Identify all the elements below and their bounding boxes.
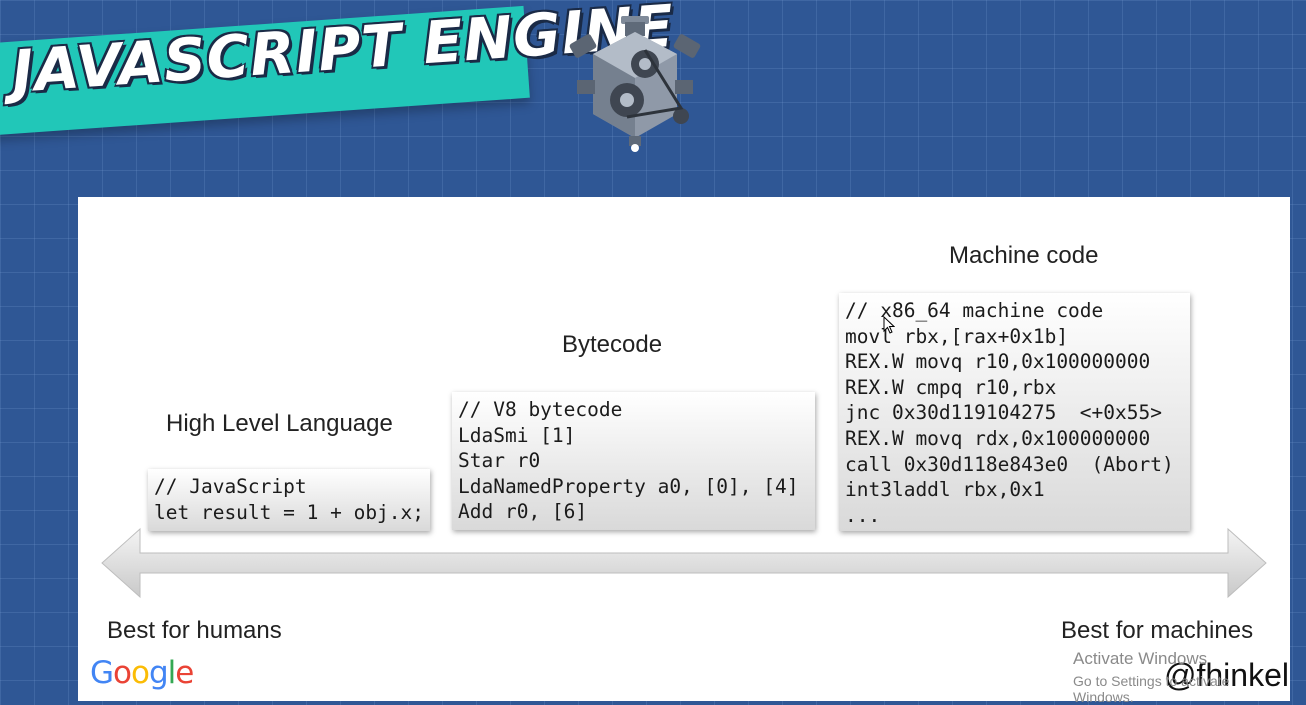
watermark-subtitle: Go to Settings to activate Windows.: [1073, 673, 1230, 705]
mouse-cursor-icon: [883, 316, 895, 334]
code-line: LdaSmi [1]: [458, 423, 576, 447]
machine-code-heading: Machine code: [949, 242, 1099, 269]
code-line: REX.W movq rdx,0x100000000: [845, 426, 1151, 450]
code-line: let result = 1 + obj.x;: [154, 500, 425, 524]
google-letter: e: [175, 655, 194, 691]
bytecode-heading: Bytecode: [562, 331, 663, 358]
engine-icon: [569, 16, 701, 152]
javascript-code-box: // JavaScript let result = 1 + obj.x;: [148, 469, 430, 531]
code-line: REX.W movq r10,0x100000000: [845, 350, 1151, 374]
code-line: movl rbx,[rax+0x1b]: [845, 324, 1069, 348]
code-line: int3laddl rbx,0x1: [845, 478, 1045, 502]
code-line: LdaNamedProperty a0, [0], [4]: [458, 474, 799, 498]
bytecode-box: // V8 bytecode LdaSmi [1] Star r0 LdaNam…: [452, 392, 815, 530]
watermark-title: Activate Windows: [1073, 649, 1208, 668]
google-letter: o: [131, 655, 150, 691]
google-letter: G: [90, 655, 114, 691]
code-line: call 0x30d118e843e0 (Abort): [845, 452, 1174, 476]
code-line: REX.W cmpq r10,rbx: [845, 375, 1057, 399]
code-line: // JavaScript: [154, 475, 307, 498]
double-arrow-icon: [101, 527, 1267, 599]
google-logo: Google: [90, 655, 194, 691]
google-letter: g: [148, 655, 169, 691]
code-line: // x86_64 machine code: [845, 299, 1104, 322]
code-line: // V8 bytecode: [458, 398, 623, 421]
best-for-humans-label: Best for humans: [107, 617, 282, 644]
high-level-heading: High Level Language: [166, 410, 393, 437]
google-letter: o: [113, 655, 132, 691]
best-for-machines-label: Best for machines: [1061, 617, 1254, 644]
slide: High Level Language Bytecode Machine cod…: [78, 197, 1290, 705]
activation-watermark: Activate Windows Go to Settings to activ…: [1073, 649, 1290, 705]
code-line: Star r0: [458, 449, 541, 473]
code-line: jnc 0x30d119104275 <+0x55>: [845, 401, 1162, 425]
code-line: Add r0, [6]: [458, 500, 588, 524]
